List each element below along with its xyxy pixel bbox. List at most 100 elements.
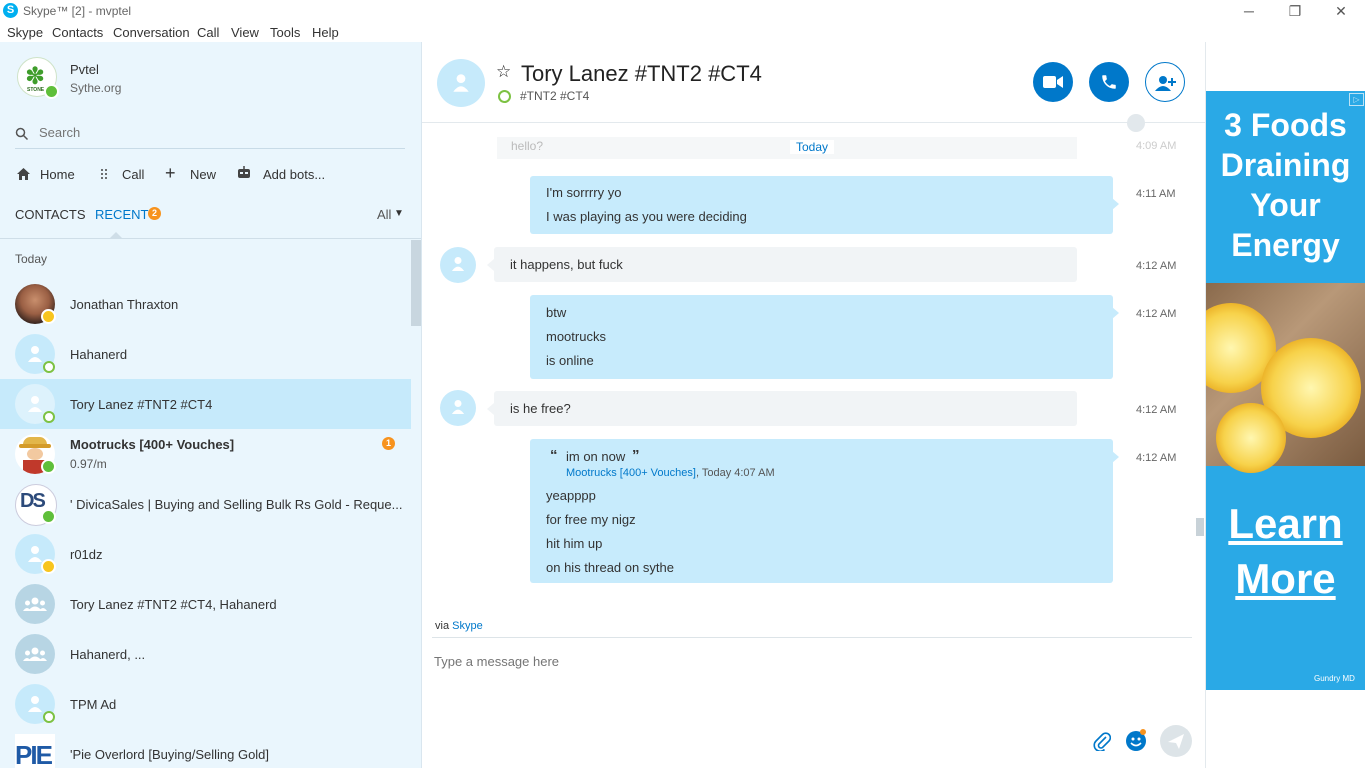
group-icon: [23, 647, 47, 661]
message-input[interactable]: [432, 652, 1086, 726]
contact-item[interactable]: r01dz: [0, 529, 411, 579]
away-status-icon: [41, 559, 56, 574]
divider: [0, 238, 421, 239]
avatar-text: DS: [20, 490, 46, 512]
outgoing-message[interactable]: btw mootrucks is online: [530, 295, 1113, 379]
incoming-message[interactable]: it happens, but fuck: [494, 247, 1077, 282]
add-participant-button[interactable]: [1145, 62, 1185, 102]
conversation-avatar[interactable]: [437, 59, 485, 107]
contact-item[interactable]: TPM Ad: [0, 679, 411, 729]
restore-button[interactable]: ❐: [1280, 2, 1310, 20]
offline-status-icon: [43, 711, 55, 723]
chevron-down-icon[interactable]: ▼: [394, 208, 404, 219]
quote-time: , Today 4:07 AM: [695, 467, 775, 479]
star-icon[interactable]: ☆: [496, 62, 511, 82]
profile-subtitle[interactable]: Sythe.org: [70, 81, 121, 95]
contact-item[interactable]: DS ' DivicaSales | Buying and Selling Bu…: [0, 479, 411, 529]
quote-author-link[interactable]: Mootrucks [400+ Vouches]: [566, 467, 696, 479]
filter-dropdown[interactable]: All: [377, 207, 391, 222]
menu-tools[interactable]: Tools: [270, 25, 300, 40]
faded-message: hello?: [497, 137, 1077, 159]
menu-view[interactable]: View: [231, 25, 259, 40]
profile-avatar[interactable]: ✽ STONE: [17, 57, 59, 99]
contact-item[interactable]: Tory Lanez #TNT2 #CT4, Hahanerd: [0, 579, 411, 629]
person-icon: [28, 546, 42, 562]
emoticon-button[interactable]: [1126, 729, 1146, 751]
contact-name: Tory Lanez #TNT2 #CT4: [70, 397, 213, 412]
menu-help[interactable]: Help: [312, 25, 339, 40]
send-button[interactable]: [1160, 725, 1192, 757]
dialpad-icon: [101, 169, 107, 179]
person-icon: [28, 696, 42, 712]
message-line: yeapppp: [546, 488, 596, 503]
outgoing-message[interactable]: I'm sorrrry yo I was playing as you were…: [530, 176, 1113, 234]
incoming-message[interactable]: is he free?: [494, 391, 1077, 426]
online-status-icon: [41, 459, 56, 474]
tab-pointer: [110, 232, 122, 238]
tab-contacts[interactable]: CONTACTS: [15, 207, 86, 222]
contact-item[interactable]: Hahanerd: [0, 329, 411, 379]
person-icon: [451, 400, 465, 414]
ad-cta[interactable]: Learn More: [1206, 496, 1365, 606]
home-link[interactable]: Home: [40, 167, 75, 182]
avatar-text: PIE: [15, 740, 53, 768]
message-time: 4:11 AM: [1136, 188, 1176, 200]
video-call-button[interactable]: [1033, 62, 1073, 102]
contact-item[interactable]: Hahanerd, ...: [0, 629, 411, 679]
call-link[interactable]: Call: [122, 167, 144, 182]
avatar-text: STONE: [27, 87, 45, 93]
tab-recent[interactable]: RECENT: [95, 207, 148, 222]
group-icon: [23, 597, 47, 611]
search-box[interactable]: [15, 122, 405, 149]
add-bots-link[interactable]: Add bots...: [263, 167, 325, 182]
conversation-title: Tory Lanez #TNT2 #CT4: [521, 61, 762, 86]
bot-icon: [238, 166, 250, 178]
ad-headline[interactable]: 3 Foods Draining Your Energy: [1206, 105, 1365, 265]
ad-image-lemons[interactable]: [1206, 283, 1365, 473]
contact-item[interactable]: Mootrucks [400+ Vouches] 0.97/m 1: [0, 429, 411, 479]
menu-conversation[interactable]: Conversation: [113, 25, 190, 40]
profile-name[interactable]: Pvtel: [70, 62, 99, 77]
search-input[interactable]: [37, 124, 401, 141]
bubble-tail: [1112, 307, 1119, 319]
search-icon: [15, 127, 29, 141]
contact-name: Mootrucks [400+ Vouches]: [70, 437, 235, 452]
paperclip-icon[interactable]: [1093, 731, 1111, 751]
message-time: 4:12 AM: [1136, 260, 1177, 272]
bubble-tail: [487, 259, 494, 271]
quote-attribution: Mootrucks [400+ Vouches], Today 4:07 AM: [566, 467, 775, 479]
recent-badge: 2: [148, 207, 161, 220]
contact-item-selected[interactable]: Tory Lanez #TNT2 #CT4: [0, 379, 411, 429]
menu-contacts[interactable]: Contacts: [52, 25, 103, 40]
video-camera-icon: [1043, 76, 1063, 88]
unread-badge: 1: [382, 437, 395, 450]
contact-item[interactable]: Jonathan Thraxton: [0, 279, 411, 329]
minimize-button[interactable]: ─: [1234, 2, 1264, 20]
quoted-text: im on now: [566, 449, 626, 464]
sender-avatar[interactable]: [440, 247, 476, 283]
menu-skype[interactable]: Skype: [7, 25, 43, 40]
message-line: btw: [546, 305, 567, 320]
message-history[interactable]: hello? 4:09 AM Today I'm sorrrry yo I wa…: [422, 123, 1205, 620]
message-time: 4:12 AM: [1136, 404, 1177, 416]
sender-avatar[interactable]: [440, 390, 476, 426]
advertisement[interactable]: ▷ 3 Foods Draining Your Energy Learn Mor…: [1206, 91, 1365, 690]
audio-call-button[interactable]: [1089, 62, 1129, 102]
close-button[interactable]: ✕: [1326, 2, 1356, 20]
menu-call[interactable]: Call: [197, 25, 219, 40]
faded-text: hello?: [511, 139, 544, 153]
sidebar-scrollbar[interactable]: [411, 240, 421, 326]
person-icon: [28, 346, 42, 362]
outgoing-message[interactable]: “ im on now ” Mootrucks [400+ Vouches], …: [530, 439, 1113, 583]
message-line: for free my nigz: [546, 512, 636, 527]
person-icon: [453, 74, 469, 92]
offline-status-icon: [498, 90, 511, 103]
sidebar: ✽ STONE Pvtel Sythe.org Home Call + New …: [0, 42, 422, 768]
contact-item[interactable]: PIE 'Pie Overlord [Buying/Selling Gold]: [0, 729, 411, 768]
chat-scrollbar[interactable]: [1196, 518, 1204, 536]
via-skype-link[interactable]: Skype: [452, 620, 483, 632]
new-link[interactable]: New: [190, 167, 216, 182]
message-line: I was playing as you were deciding: [546, 209, 747, 224]
face: [27, 448, 43, 460]
contact-name: r01dz: [70, 547, 103, 562]
